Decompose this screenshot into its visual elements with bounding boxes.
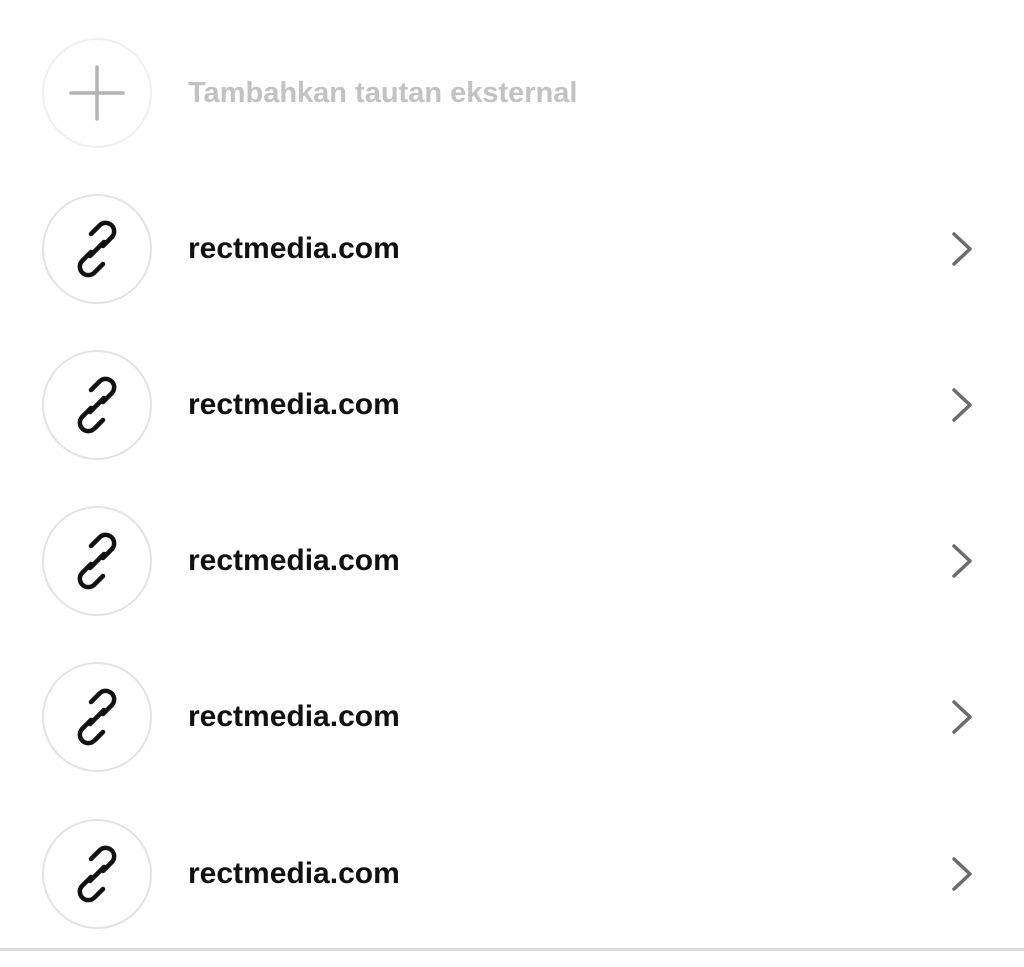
external-links-screen: Tambahkan tautan eksternal rectmedia.com… [0, 0, 1024, 967]
link-icon-circle [42, 194, 152, 304]
add-link-button[interactable] [42, 38, 152, 148]
chevron-right-icon[interactable] [946, 697, 978, 737]
link-row[interactable]: rectmedia.com [0, 659, 1024, 779]
link-icon [77, 220, 117, 278]
link-url: rectmedia.com [188, 232, 400, 265]
link-row[interactable]: rectmedia.com [0, 503, 1024, 623]
link-url: rectmedia.com [188, 388, 400, 421]
link-icon [77, 532, 117, 590]
link-icon-circle [42, 819, 152, 929]
chevron-right-icon[interactable] [946, 229, 978, 269]
chevron-right-icon[interactable] [946, 385, 978, 425]
link-icon [77, 845, 117, 903]
link-row[interactable]: rectmedia.com [0, 347, 1024, 467]
chevron-right-icon[interactable] [946, 854, 978, 894]
link-icon-circle [42, 662, 152, 772]
add-link-label: Tambahkan tautan eksternal [188, 77, 578, 109]
link-icon-circle [42, 350, 152, 460]
link-icon [77, 376, 117, 434]
link-url: rectmedia.com [188, 700, 400, 733]
link-icon [77, 688, 117, 746]
link-icon-circle [42, 506, 152, 616]
link-row[interactable]: rectmedia.com [0, 191, 1024, 311]
bottom-divider [0, 948, 1024, 951]
link-row[interactable]: rectmedia.com [0, 816, 1024, 936]
chevron-right-icon[interactable] [946, 541, 978, 581]
link-url: rectmedia.com [188, 544, 400, 577]
plus-icon [69, 65, 125, 121]
add-external-link-row[interactable]: Tambahkan tautan eksternal [0, 35, 1024, 155]
link-url: rectmedia.com [188, 857, 400, 890]
